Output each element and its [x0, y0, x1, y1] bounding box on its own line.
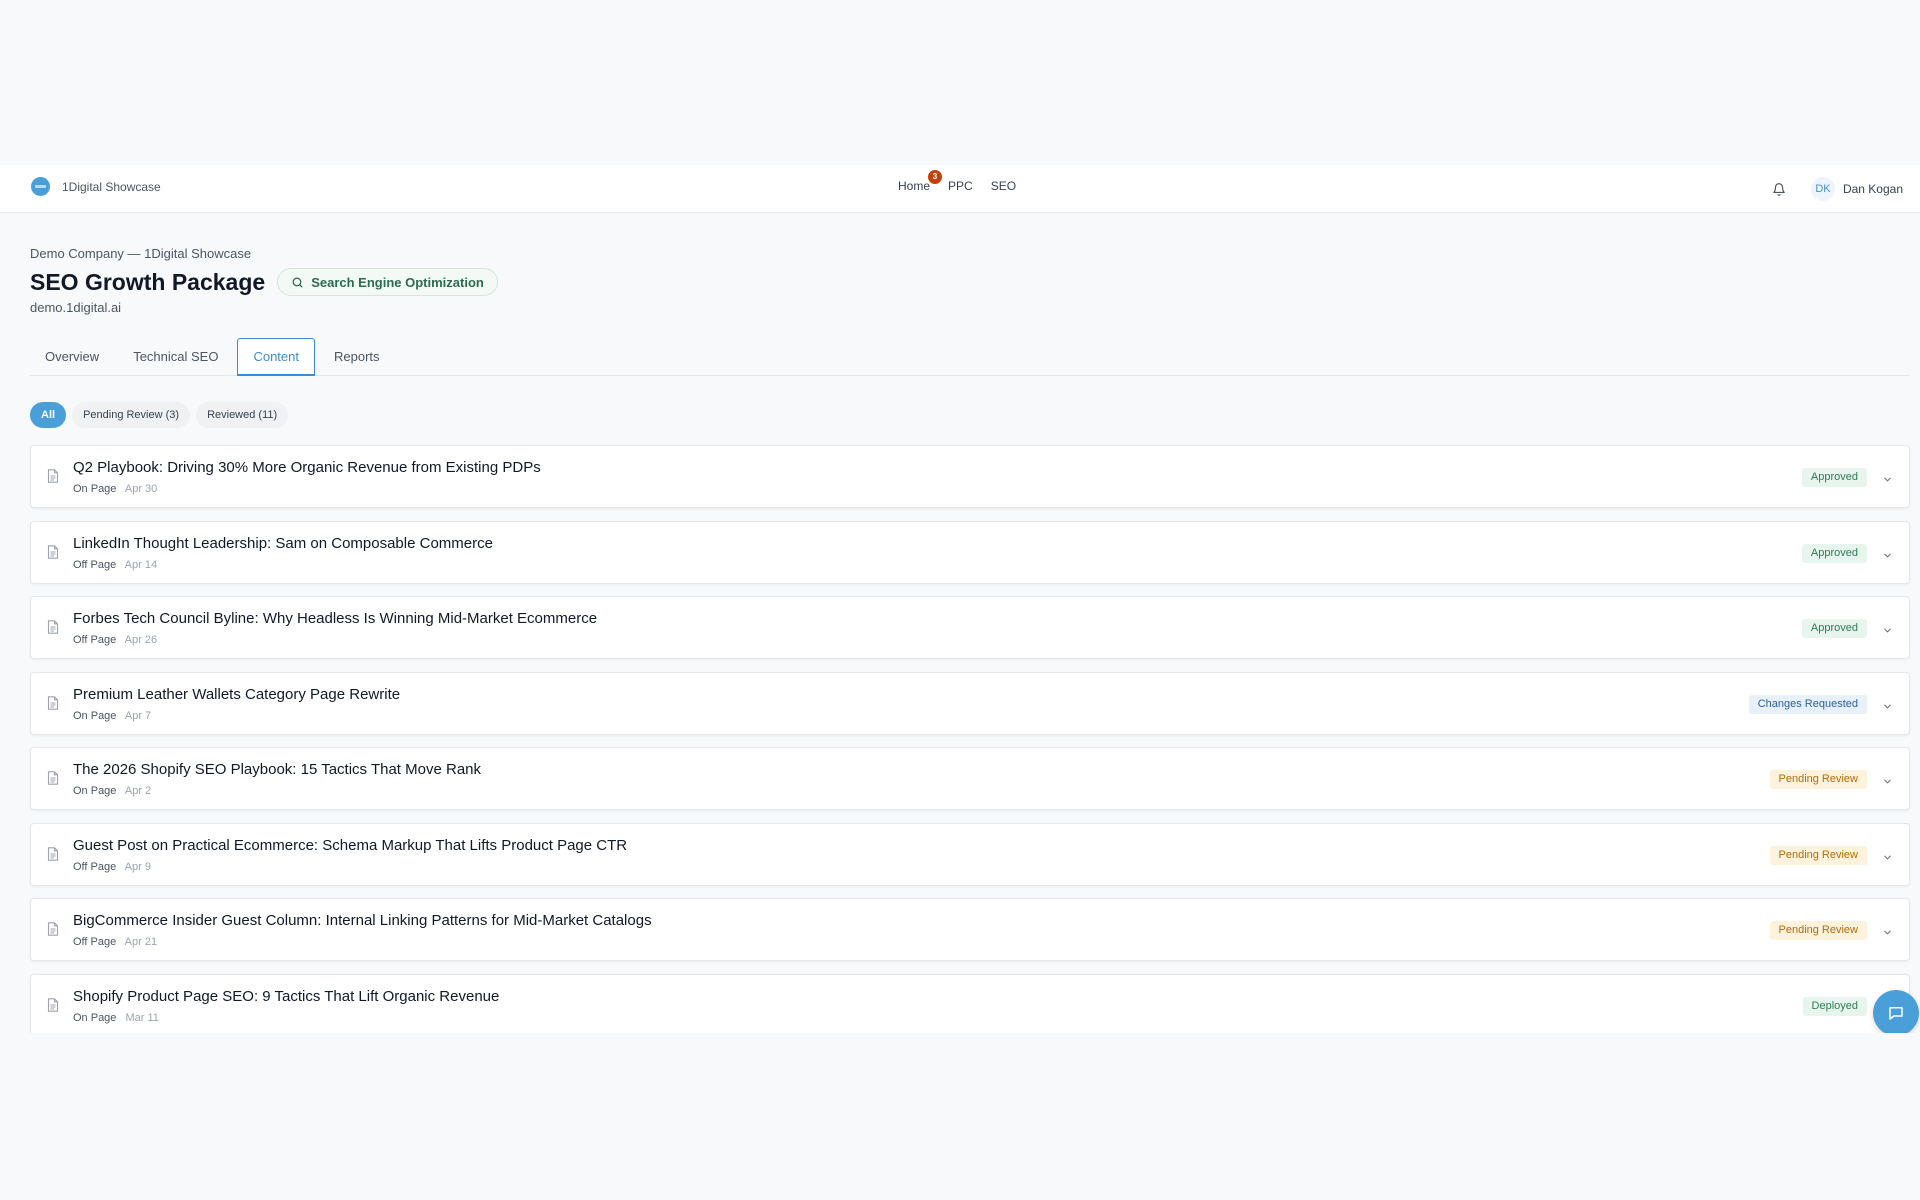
content-row[interactable]: Q2 Playbook: Driving 30% More Organic Re… [30, 445, 1910, 508]
content-category: Off Page [73, 936, 117, 948]
content-meta: Off Page Apr 14 [73, 559, 157, 571]
content-meta: Off Page Apr 21 [73, 936, 157, 948]
content-date: Apr 14 [124, 558, 158, 571]
content-date: Apr 26 [124, 634, 158, 646]
document-icon [47, 469, 59, 488]
content-title: Q2 Playbook: Driving 30% More Organic Re… [73, 459, 541, 476]
avatar[interactable]: DK [1810, 177, 1835, 201]
content-meta: On Page Apr 2 [73, 785, 151, 797]
content-title: BigCommerce Insider Guest Column: Intern… [73, 912, 652, 929]
chevron-down-icon[interactable] [1882, 850, 1893, 868]
content-row[interactable]: LinkedIn Thought Leadership: Sam on Comp… [30, 520, 1910, 584]
content-title: The 2026 Shopify SEO Playbook: 15 Tactic… [73, 761, 482, 778]
content-category: On Page [73, 1011, 117, 1024]
content-meta: On Page Apr 7 [73, 710, 151, 722]
chevron-down-icon[interactable] [1882, 774, 1893, 792]
status-badge: Pending Review [1769, 770, 1867, 789]
content-row[interactable]: Guest Post on Practical Ecommerce: Schem… [30, 822, 1910, 886]
brand-name: 1Digital Showcase [62, 179, 161, 194]
nav-label: SEO [990, 179, 1017, 193]
content-row[interactable]: The 2026 Shopify SEO Playbook: 15 Tactic… [30, 747, 1910, 810]
nav-label: PPC [948, 179, 973, 193]
content-meta: On Page Mar 11 [73, 1012, 159, 1024]
tab-technical-seo[interactable]: Technical SEO [118, 338, 233, 376]
chevron-down-icon[interactable] [1882, 699, 1893, 717]
filter-pending-review[interactable]: Pending Review (3) [72, 402, 191, 428]
content-date: Apr 9 [124, 860, 151, 873]
breadcrumb: Demo Company — 1Digital Showcase [30, 246, 252, 261]
content-category: Off Page [73, 558, 117, 571]
content-row[interactable]: Premium Leather Wallets Category Page Re… [30, 671, 1910, 735]
brand[interactable]: 1Digital Showcase [31, 177, 161, 196]
tab-content[interactable]: Content [237, 338, 315, 376]
page-title: SEO Growth Package [30, 268, 266, 295]
status-badge: Deployed [1802, 996, 1867, 1016]
main-nav: Home 3 PPC SEO [898, 170, 1016, 193]
search-icon [292, 277, 303, 287]
status-badge: Changes Requested [1748, 694, 1867, 714]
app-viewport: 1Digital Showcase Home 3 PPC SEO DK Dan … [0, 165, 1920, 1033]
title-row: SEO Growth Package Search Engine Optimiz… [30, 268, 498, 296]
content-category: On Page [73, 709, 117, 722]
content-title: Premium Leather Wallets Category Page Re… [73, 685, 401, 703]
content-date: Apr 2 [124, 785, 152, 797]
content-date: Mar 11 [125, 1011, 159, 1024]
brand-logo [31, 177, 50, 196]
chevron-down-icon[interactable] [1882, 623, 1893, 641]
nav-item-seo[interactable]: SEO [991, 179, 1016, 193]
chat-icon [1889, 1007, 1903, 1020]
nav-item-home[interactable]: Home 3 [898, 170, 943, 193]
content-category: Off Page [73, 634, 117, 646]
service-pill-label: Search Engine Optimization [311, 274, 484, 290]
document-icon [47, 695, 59, 715]
content-row[interactable]: BigCommerce Insider Guest Column: Intern… [30, 898, 1910, 961]
content-category: On Page [73, 785, 117, 797]
content-date: Apr 7 [124, 709, 152, 722]
document-icon [47, 922, 59, 941]
user-area: DK Dan Kogan [1765, 175, 1903, 203]
content-date: Apr 21 [124, 936, 158, 948]
document-icon [47, 620, 59, 639]
nav-label: Home [898, 179, 931, 193]
status-badge: Approved [1801, 619, 1867, 638]
content-date: Apr 30 [124, 483, 158, 495]
status-badge: Pending Review [1769, 845, 1867, 865]
service-pill: Search Engine Optimization [277, 268, 498, 296]
content-title: Forbes Tech Council Byline: Why Headless… [73, 610, 598, 627]
document-icon [47, 846, 59, 866]
content-title: LinkedIn Thought Leadership: Sam on Comp… [73, 534, 493, 552]
chevron-down-icon[interactable] [1882, 548, 1893, 566]
filter-reviewed[interactable]: Reviewed (11) [196, 402, 289, 428]
user-name[interactable]: Dan Kogan [1843, 182, 1903, 196]
content-title: Shopify Product Page SEO: 9 Tactics That… [73, 987, 500, 1005]
chat-button[interactable] [1873, 990, 1919, 1033]
document-icon [47, 544, 59, 564]
chevron-down-icon[interactable] [1882, 925, 1893, 943]
top-navigation: 1Digital Showcase Home 3 PPC SEO DK Dan … [0, 165, 1920, 213]
content-row[interactable]: Shopify Product Page SEO: 9 Tactics That… [30, 973, 1910, 1033]
filter-chips: All Pending Review (3) Reviewed (11) [30, 402, 289, 428]
document-icon [47, 997, 59, 1017]
filter-all[interactable]: All [30, 402, 67, 428]
status-badge: Pending Review [1769, 921, 1867, 940]
document-icon [47, 771, 59, 790]
content-row[interactable]: Forbes Tech Council Byline: Why Headless… [30, 596, 1910, 659]
tab-bar: Overview Technical SEO Content Reports [30, 338, 1910, 376]
content-meta: Off Page Apr 9 [73, 861, 151, 873]
status-badge: Approved [1801, 468, 1867, 487]
tab-overview[interactable]: Overview [30, 338, 114, 376]
status-badge: Approved [1801, 543, 1867, 563]
tab-reports[interactable]: Reports [319, 338, 395, 376]
content-category: Off Page [73, 860, 117, 873]
content-category: On Page [73, 483, 117, 495]
content-meta: On Page Apr 30 [73, 483, 157, 495]
content-list: Q2 Playbook: Driving 30% More Organic Re… [30, 445, 1910, 1033]
nav-item-ppc[interactable]: PPC [948, 179, 973, 193]
chevron-down-icon[interactable] [1882, 472, 1893, 490]
content-meta: Off Page Apr 26 [73, 634, 157, 646]
site-domain: demo.1digital.ai [30, 300, 122, 315]
notification-badge: 3 [928, 170, 943, 184]
bell-icon[interactable] [1765, 175, 1793, 203]
content-title: Guest Post on Practical Ecommerce: Schem… [73, 836, 628, 854]
